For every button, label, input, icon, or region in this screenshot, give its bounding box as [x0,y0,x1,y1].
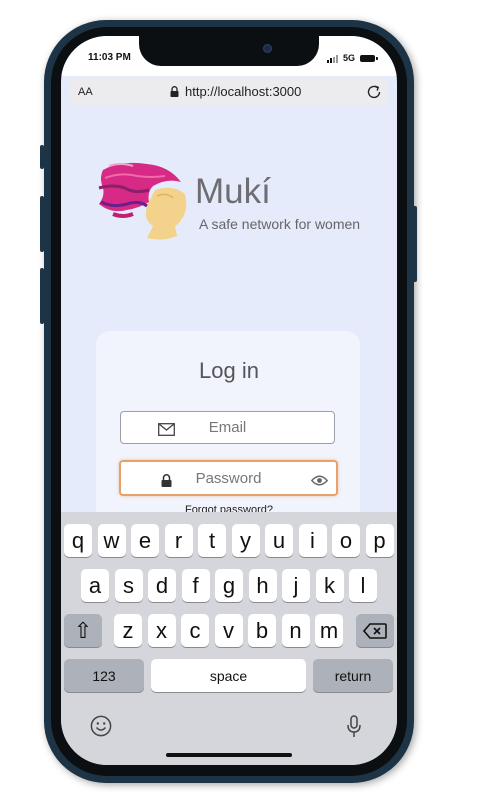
space-key[interactable]: space [151,659,306,692]
return-key[interactable]: return [313,659,393,692]
notch [139,36,319,66]
key-c[interactable]: c [181,614,209,647]
text-size-button[interactable]: AA [78,86,93,98]
key-q[interactable]: q [64,524,92,557]
secure-lock-icon [170,86,179,97]
microphone-icon[interactable] [347,715,361,738]
key-x[interactable]: x [147,614,176,647]
key-u[interactable]: u [265,524,293,557]
mute-switch [40,145,44,169]
numbers-key[interactable]: 123 [64,659,144,692]
key-g[interactable]: g [215,569,243,602]
volume-down-button [40,268,44,324]
reload-icon[interactable] [364,82,384,102]
brand-name: Mukí [195,172,271,211]
url-text[interactable]: http://localhost:3000 [185,84,301,99]
key-d[interactable]: d [148,569,176,602]
password-input[interactable] [121,462,336,494]
network-type: 5G [343,53,356,63]
key-p[interactable]: p [365,524,394,557]
emoji-icon[interactable] [90,715,112,737]
status-time: 11:03 PM [88,52,131,63]
key-a[interactable]: a [81,569,109,602]
key-z[interactable]: z [114,614,142,647]
muki-logo-icon [98,162,187,240]
shift-key[interactable]: ⇧ [64,614,102,647]
email-input[interactable] [121,412,334,443]
key-v[interactable]: v [214,614,243,647]
key-j[interactable]: j [282,569,310,602]
power-button [413,206,417,282]
key-w[interactable]: w [97,524,126,557]
eye-icon[interactable] [311,475,328,486]
backspace-key[interactable] [356,614,394,647]
login-title: Log in [199,358,259,383]
key-f[interactable]: f [181,569,210,602]
battery-icon [360,55,378,62]
key-t[interactable]: t [198,524,226,557]
key-b[interactable]: b [248,614,276,647]
phone-screen: 11:03 PM 5G AA http://localhost:3000 Muk… [61,36,397,765]
key-e[interactable]: e [131,524,159,557]
address-bar[interactable]: AA http://localhost:3000 [69,78,387,106]
key-r[interactable]: r [164,524,193,557]
key-n[interactable]: n [281,614,310,647]
brand-tagline: A safe network for women [199,216,361,232]
key-y[interactable]: y [231,524,260,557]
key-i[interactable]: i [298,524,327,557]
key-m[interactable]: m [315,614,343,647]
volume-up-button [40,196,44,252]
front-camera [263,44,272,53]
cellular-signal-icon [327,55,338,63]
key-o[interactable]: o [332,524,360,557]
backspace-icon [363,622,387,639]
key-s[interactable]: s [114,569,143,602]
key-h[interactable]: h [248,569,277,602]
key-k[interactable]: k [315,569,344,602]
home-indicator [166,753,292,757]
email-field[interactable] [120,411,335,444]
key-l[interactable]: l [349,569,377,602]
password-field[interactable] [119,460,338,496]
